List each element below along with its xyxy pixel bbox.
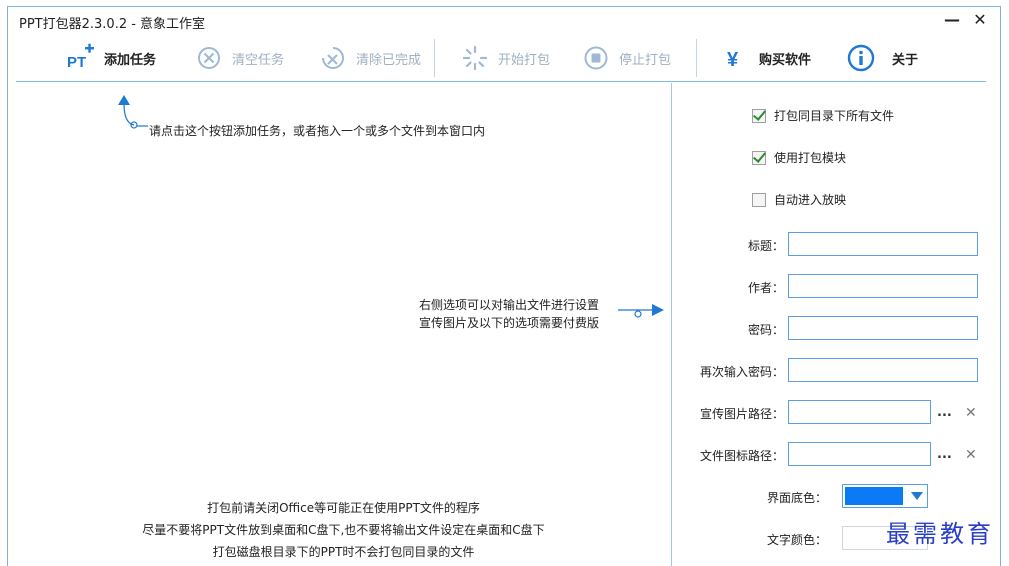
minimize-button[interactable]: —: [940, 9, 964, 31]
usage-note-1: 打包前请关闭Office等可能正在使用PPT文件的程序: [207, 501, 480, 515]
checkbox-pack-all-files-box[interactable]: [752, 108, 766, 123]
toolbar-separator: [434, 39, 435, 77]
stop-pack-button[interactable]: 停止打包: [581, 43, 671, 73]
chevron-down-icon: [911, 492, 923, 500]
password-field-label: 密码：: [747, 323, 784, 337]
confirm-password-field-label: 再次输入密码：: [699, 365, 784, 379]
checkbox-use-pack-module-label: 使用打包模块: [774, 151, 847, 165]
arrow-up-curve-icon: [118, 95, 148, 129]
about-button[interactable]: 关于: [846, 43, 918, 73]
checkbox-auto-slideshow[interactable]: 自动进入放映: [752, 191, 846, 208]
toolbar: PT 添加任务 清空任务 清除已完成 开始打包 停止打包 ¥ 购买软件 关于: [16, 37, 986, 82]
bg-color-dropdown[interactable]: [842, 484, 928, 508]
yen-icon-text: ¥: [727, 49, 739, 71]
text-color-label: 文字颜色：: [766, 533, 827, 547]
promo-image-path-input[interactable]: [788, 400, 931, 424]
checkbox-use-pack-module-box[interactable]: [752, 150, 766, 165]
add-ppt-icon: PT: [66, 43, 96, 73]
checkbox-auto-slideshow-box[interactable]: [752, 192, 766, 207]
file-icon-clear-icon[interactable]: ✕: [965, 447, 977, 463]
settings-panel: 打包同目录下所有文件 使用打包模块 自动进入放映 标题： 作者： 密码： 再次输…: [672, 83, 1000, 566]
clear-tasks-button[interactable]: 清空任务: [194, 43, 284, 73]
toolbar-separator: [696, 39, 697, 77]
options-hint-line1: 右侧选项可以对输出文件进行设置: [419, 298, 600, 312]
loading-spinner-icon: [460, 43, 490, 73]
clear-tasks-label: 清空任务: [232, 52, 285, 68]
title-input[interactable]: [788, 232, 978, 256]
window-title: PPT打包器2.3.0.2 - 意象工作室: [19, 17, 206, 32]
yen-icon: ¥: [721, 43, 751, 73]
options-hint-line2: 宣传图片及以下的选项需要付费版: [419, 316, 600, 330]
file-icon-path-label: 文件图标路径：: [699, 449, 784, 463]
confirm-password-input[interactable]: [788, 358, 978, 382]
promo-image-browse-button[interactable]: ...: [937, 405, 952, 420]
clear-done-button[interactable]: 清除已完成: [318, 43, 421, 73]
usage-note-3: 打包磁盘根目录下的PPT时不会打包同目录的文件: [212, 545, 475, 559]
checkbox-use-pack-module[interactable]: 使用打包模块: [752, 149, 846, 166]
app-window: PPT打包器2.3.0.2 - 意象工作室 — ✕ PT 添加任务 清空任务 清…: [7, 6, 1001, 566]
clear-done-icon: [318, 43, 348, 73]
task-list-area[interactable]: 请点击这个按钮添加任务，或者拖入一个或多个文件到本窗口内 右侧选项可以对输出文件…: [16, 83, 671, 566]
clear-done-label: 清除已完成: [356, 52, 422, 68]
add-ppt-icon-text: PT: [67, 54, 86, 71]
checkbox-pack-all-files-label: 打包同目录下所有文件: [774, 109, 895, 123]
usage-note-2: 尽量不要将PPT文件放到桌面和C盘下,也不要将输出文件设定在桌面和C盘下: [142, 523, 545, 537]
title-bar: PPT打包器2.3.0.2 - 意象工作室 — ✕: [8, 7, 1000, 35]
bg-color-swatch: [845, 487, 903, 505]
options-hint: 右侧选项可以对输出文件进行设置 宣传图片及以下的选项需要付费版: [419, 296, 599, 332]
password-input[interactable]: [788, 316, 978, 340]
close-button[interactable]: ✕: [968, 9, 992, 31]
buy-software-button[interactable]: ¥ 购买软件: [721, 43, 811, 73]
promo-image-path-label: 宣传图片路径：: [699, 407, 784, 421]
about-label: 关于: [892, 52, 919, 68]
checkbox-pack-all-files[interactable]: 打包同目录下所有文件: [752, 107, 894, 124]
bg-color-label: 界面底色：: [766, 491, 827, 505]
file-icon-path-input[interactable]: [788, 442, 931, 466]
add-task-label: 添加任务: [104, 52, 157, 68]
checkbox-auto-slideshow-label: 自动进入放映: [774, 193, 847, 207]
stop-pack-label: 停止打包: [619, 52, 672, 68]
add-task-button[interactable]: PT 添加任务: [66, 43, 156, 73]
start-pack-button[interactable]: 开始打包: [460, 43, 550, 73]
author-field-label: 作者：: [747, 281, 784, 295]
watermark-logo: 最需教育: [886, 520, 994, 548]
file-icon-browse-button[interactable]: ...: [937, 447, 952, 462]
stop-icon: [581, 43, 611, 73]
start-pack-label: 开始打包: [498, 52, 551, 68]
author-input[interactable]: [788, 274, 978, 298]
info-icon: [846, 43, 876, 73]
add-task-hint: 请点击这个按钮添加任务，或者拖入一个或多个文件到本窗口内: [149, 124, 486, 138]
buy-software-label: 购买软件: [759, 52, 812, 68]
title-field-label: 标题：: [747, 239, 784, 253]
promo-image-clear-icon[interactable]: ✕: [965, 405, 977, 421]
arrow-right-icon: [618, 304, 664, 318]
usage-notes: 打包前请关闭Office等可能正在使用PPT文件的程序 尽量不要将PPT文件放到…: [16, 497, 671, 563]
clear-circle-x-icon: [194, 43, 224, 73]
